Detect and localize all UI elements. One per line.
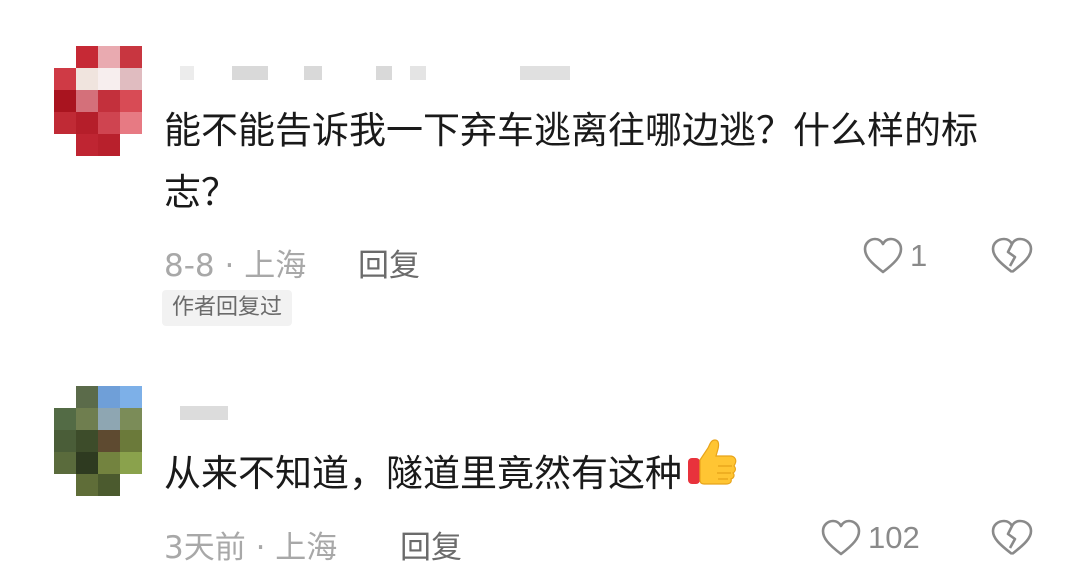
reply-button[interactable]: 回复: [358, 240, 420, 285]
comment-meta: 3天前 · 上海: [164, 522, 337, 566]
like-count: 102: [868, 520, 920, 555]
like-button[interactable]: 102: [820, 518, 920, 558]
author-replied-badge[interactable]: 作者回复过: [162, 290, 293, 326]
username-blurred[interactable]: [180, 66, 580, 80]
comment-date: 3天前: [164, 530, 246, 566]
comment-date: 8-8: [164, 248, 215, 284]
comment-text: 能不能告诉我一下弃车逃离往哪边逃？什么样的标 志？: [164, 100, 1044, 224]
broken-heart-icon: [990, 519, 1034, 562]
dislike-button[interactable]: [990, 518, 1034, 562]
heart-outline-icon: [862, 236, 904, 276]
heart-outline-icon: [820, 518, 862, 558]
meta-separator: ·: [214, 248, 245, 284]
dislike-button[interactable]: [990, 236, 1034, 280]
reply-button[interactable]: 回复: [400, 522, 462, 566]
thumbs-up-icon: [686, 436, 738, 507]
comment-meta: 8-8 · 上海: [164, 240, 306, 285]
avatar[interactable]: [54, 46, 142, 156]
comment-text-line: 志？: [164, 171, 238, 214]
comment-location: 上海: [275, 530, 338, 566]
meta-separator: ·: [245, 530, 276, 566]
comment-item: 从来不知道，隧道里竟然有这种 3天前 · 上海 回复 102: [0, 340, 1080, 566]
username-blurred[interactable]: [180, 406, 260, 420]
comment-text-line: 从来不知道，隧道里竟然有这种: [164, 452, 682, 495]
comment-list: 能不能告诉我一下弃车逃离往哪边逃？什么样的标 志？ 8-8 · 上海 回复 1 …: [0, 0, 1080, 566]
like-button[interactable]: 1: [862, 236, 927, 276]
comment-text: 从来不知道，隧道里竟然有这种: [164, 439, 1044, 511]
comment-location: 上海: [244, 248, 307, 284]
comment-item: 能不能告诉我一下弃车逃离往哪边逃？什么样的标 志？ 8-8 · 上海 回复 1 …: [0, 0, 1080, 340]
comment-text-line: 能不能告诉我一下弃车逃离往哪边逃？什么样的标: [164, 109, 978, 152]
avatar[interactable]: [54, 386, 142, 496]
like-count: 1: [910, 238, 928, 273]
broken-heart-icon: [990, 237, 1034, 280]
